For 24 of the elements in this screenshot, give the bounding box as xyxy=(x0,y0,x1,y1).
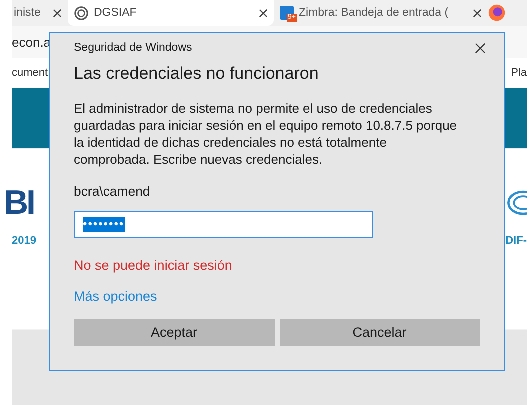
ok-button[interactable]: Aceptar xyxy=(74,319,274,346)
dialog-title: Seguridad de Windows xyxy=(74,42,192,54)
browser-tab[interactable]: DGSIAF xyxy=(68,0,274,26)
tab-title: iniste xyxy=(14,7,42,19)
logo-text: BI xyxy=(4,184,34,222)
caption: DIF- xyxy=(506,235,527,247)
browser-tab[interactable]: iniste xyxy=(12,0,68,26)
cancel-button[interactable]: Cancelar xyxy=(280,319,480,346)
bookmark[interactable]: Pla xyxy=(511,67,527,79)
tab-title: Zimbra: Bandeja de entrada ( xyxy=(299,7,450,19)
password-field[interactable]: •••••••• xyxy=(74,211,373,238)
globe-icon xyxy=(74,6,89,20)
dialog-heading: Las credenciales no funcionaron xyxy=(74,64,320,84)
caption: 2019 xyxy=(12,235,36,247)
error-text: No se puede iniciar sesión xyxy=(74,258,234,273)
username-text: bcra\camend xyxy=(74,184,152,199)
close-icon[interactable] xyxy=(53,8,62,18)
tab-title: DGSIAF xyxy=(94,7,138,19)
close-icon[interactable] xyxy=(475,42,486,54)
bookmark[interactable]: cument xyxy=(12,67,48,79)
browser-logo-icon[interactable] xyxy=(488,4,506,22)
close-icon[interactable] xyxy=(473,8,482,18)
message-text: El administrador de sistema no permite el uso de credenciales guardadas para iniciar sesión en el equipo remoto 10.8.7.5 porque la identidad de dichas credenciales no está totalmente comprobada. Escribe nuevas credenciales. xyxy=(74,100,458,168)
close-icon[interactable] xyxy=(259,8,268,18)
